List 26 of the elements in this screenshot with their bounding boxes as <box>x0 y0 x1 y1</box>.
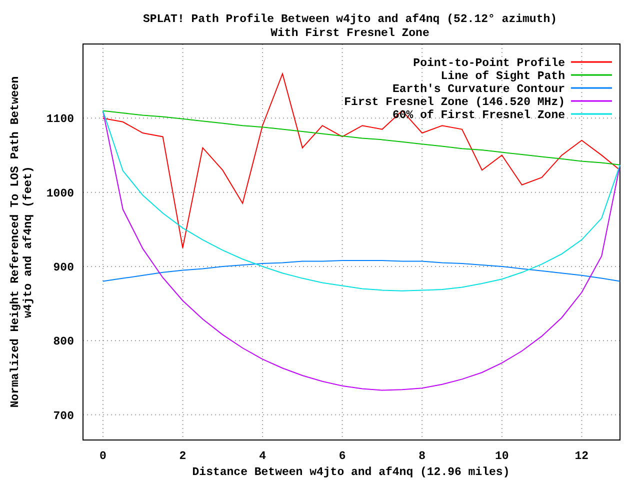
axis-tick-label: 12 <box>574 450 589 463</box>
axis-tick-label: 10 <box>495 450 509 463</box>
legend-line <box>571 74 612 76</box>
axis-tick-label: 2 <box>179 450 186 463</box>
axis-tick-label: 700 <box>53 410 74 423</box>
legend-line <box>571 87 612 89</box>
axis-tick-label: 900 <box>53 261 74 274</box>
legend-label: Line of Sight Path <box>440 70 565 83</box>
axis-title: Distance Between w4jto and af4nq (12.96 miles) <box>192 466 510 479</box>
legend-line <box>571 61 612 63</box>
legend-label: Earth's Curvature Contour <box>392 83 565 96</box>
chart-title: SPLAT! Path Profile Between w4jto and af4nq (52.12° azimuth) <box>142 13 558 26</box>
chart-title: With First Fresnel Zone <box>270 27 430 40</box>
axis-tick-label: 4 <box>259 450 266 463</box>
axis-tick-label: 1100 <box>46 113 74 126</box>
legend-label: Point-to-Point Profile <box>413 57 565 70</box>
axis-title: Normalized Height Referenced To LOS Path Between <box>9 76 22 408</box>
axis-tick-label: 1000 <box>46 187 74 200</box>
axis-title: w4jto and af4nq (feet) <box>22 166 35 318</box>
axis-tick-label: 8 <box>418 450 426 463</box>
legend-line <box>571 100 612 102</box>
axis-tick-label: 800 <box>53 336 74 349</box>
legend-label: First Fresnel Zone (146.520 MHz) <box>344 96 565 109</box>
legend-line <box>571 113 612 115</box>
axis-tick-label: 6 <box>338 450 346 463</box>
axis-tick-label: 0 <box>100 450 106 463</box>
